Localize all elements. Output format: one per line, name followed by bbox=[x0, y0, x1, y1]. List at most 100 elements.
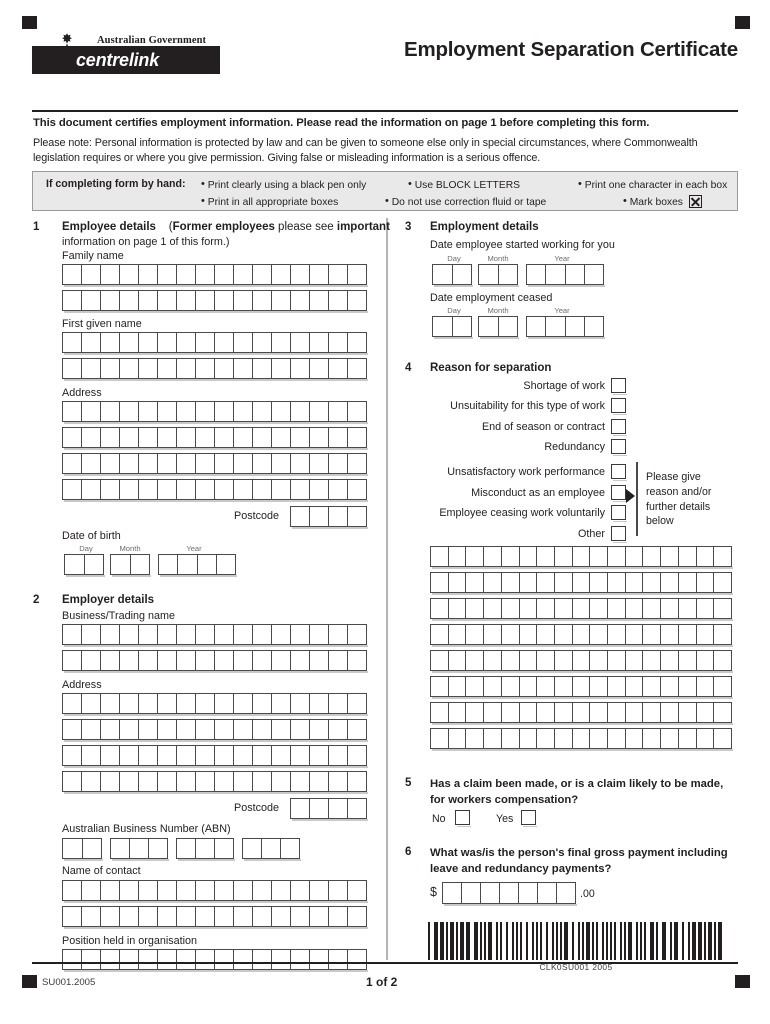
comb-cell[interactable] bbox=[253, 720, 272, 739]
field-date-started-year[interactable] bbox=[526, 264, 605, 287]
comb-cell[interactable] bbox=[348, 694, 366, 713]
comb-cell[interactable] bbox=[234, 694, 253, 713]
comb-cell[interactable] bbox=[537, 573, 555, 592]
comb-cell[interactable] bbox=[196, 333, 215, 352]
comb-cell[interactable] bbox=[158, 480, 177, 499]
comb-cell[interactable] bbox=[555, 625, 573, 644]
comb-cell[interactable] bbox=[626, 651, 644, 670]
comb-cell[interactable] bbox=[679, 729, 697, 748]
comb-cell[interactable] bbox=[196, 428, 215, 447]
comb-cell[interactable] bbox=[177, 480, 196, 499]
freetext-row-1[interactable] bbox=[430, 546, 733, 569]
comb-cell[interactable] bbox=[149, 839, 167, 858]
comb-cell[interactable] bbox=[590, 703, 609, 722]
field-employee-address-row-3[interactable] bbox=[62, 453, 368, 476]
comb-cell[interactable] bbox=[481, 883, 500, 903]
checkbox-shortage-of-work[interactable] bbox=[611, 378, 627, 395]
comb-cell[interactable] bbox=[643, 599, 662, 618]
comb-cell[interactable] bbox=[196, 454, 215, 473]
comb-cell[interactable] bbox=[626, 625, 644, 644]
comb-cell[interactable] bbox=[101, 454, 120, 473]
comb-cell[interactable] bbox=[310, 625, 329, 644]
comb-cell[interactable] bbox=[139, 359, 158, 378]
field-employer-address-row-4[interactable] bbox=[62, 771, 368, 794]
comb-cell[interactable] bbox=[158, 746, 177, 765]
comb-cell[interactable] bbox=[243, 839, 262, 858]
comb-cell[interactable] bbox=[120, 694, 139, 713]
comb-cell[interactable] bbox=[101, 480, 120, 499]
comb-cell[interactable] bbox=[196, 402, 215, 421]
comb-cell[interactable] bbox=[158, 907, 177, 926]
comb-cell[interactable] bbox=[643, 651, 662, 670]
comb-cell[interactable] bbox=[82, 359, 101, 378]
comb-cell[interactable] bbox=[272, 402, 291, 421]
comb-cell[interactable] bbox=[158, 651, 177, 670]
comb-cell[interactable] bbox=[101, 333, 120, 352]
comb-cell[interactable] bbox=[310, 651, 329, 670]
comb-cell[interactable] bbox=[101, 694, 120, 713]
comb-cell[interactable] bbox=[348, 720, 366, 739]
comb-cell[interactable] bbox=[63, 950, 82, 969]
comb-cell[interactable] bbox=[520, 677, 538, 696]
comb-cell[interactable] bbox=[499, 317, 518, 336]
comb-cell[interactable] bbox=[120, 720, 139, 739]
comb-cell[interactable] bbox=[573, 599, 591, 618]
comb-cell[interactable] bbox=[697, 703, 715, 722]
comb-cell[interactable] bbox=[177, 359, 196, 378]
comb-cell[interactable] bbox=[555, 547, 573, 566]
comb-cell[interactable] bbox=[177, 720, 196, 739]
comb-cell[interactable] bbox=[198, 555, 217, 574]
comb-cell[interactable] bbox=[484, 651, 502, 670]
comb-cell[interactable] bbox=[608, 547, 626, 566]
comb-cell[interactable] bbox=[63, 402, 82, 421]
comb-cell[interactable] bbox=[462, 883, 481, 903]
comb-cell[interactable] bbox=[348, 480, 366, 499]
comb-cell[interactable] bbox=[253, 746, 272, 765]
comb-cell[interactable] bbox=[139, 772, 158, 791]
comb-cell[interactable] bbox=[234, 625, 253, 644]
comb-cell[interactable] bbox=[329, 625, 348, 644]
comb-cell[interactable] bbox=[272, 720, 291, 739]
comb-cell[interactable] bbox=[626, 703, 644, 722]
comb-cell[interactable] bbox=[139, 428, 158, 447]
comb-cell[interactable] bbox=[555, 703, 573, 722]
comb-cell[interactable] bbox=[158, 265, 177, 284]
comb-cell[interactable] bbox=[139, 402, 158, 421]
comb-cell[interactable] bbox=[479, 265, 499, 284]
comb-cell[interactable] bbox=[139, 625, 158, 644]
comb-cell[interactable] bbox=[158, 694, 177, 713]
comb-cell[interactable] bbox=[608, 677, 626, 696]
comb-cell[interactable] bbox=[234, 950, 253, 969]
comb-cell[interactable] bbox=[697, 599, 715, 618]
comb-cell[interactable] bbox=[158, 881, 177, 900]
comb-cell[interactable] bbox=[431, 651, 449, 670]
comb-cell[interactable] bbox=[101, 950, 120, 969]
comb-cell[interactable] bbox=[310, 799, 329, 818]
comb-cell[interactable] bbox=[348, 746, 366, 765]
comb-cell[interactable] bbox=[177, 428, 196, 447]
comb-cell[interactable] bbox=[714, 677, 731, 696]
comb-cell[interactable] bbox=[291, 694, 310, 713]
comb-cell[interactable] bbox=[272, 454, 291, 473]
comb-cell[interactable] bbox=[234, 746, 253, 765]
field-family-name-row-2[interactable] bbox=[62, 290, 368, 313]
comb-cell[interactable] bbox=[101, 907, 120, 926]
comb-cell[interactable] bbox=[215, 772, 234, 791]
comb-cell[interactable] bbox=[63, 265, 82, 284]
comb-cell[interactable] bbox=[590, 729, 609, 748]
comb-cell[interactable] bbox=[573, 651, 591, 670]
freetext-row-5[interactable] bbox=[430, 650, 733, 673]
comb-cell[interactable] bbox=[215, 950, 234, 969]
checkbox-redundancy[interactable] bbox=[611, 439, 627, 456]
comb-cell[interactable] bbox=[643, 573, 662, 592]
comb-cell[interactable] bbox=[348, 881, 366, 900]
comb-cell[interactable] bbox=[63, 454, 82, 473]
comb-cell[interactable] bbox=[291, 772, 310, 791]
comb-cell[interactable] bbox=[679, 625, 697, 644]
field-date-started-day[interactable] bbox=[432, 264, 473, 287]
comb-cell[interactable] bbox=[253, 359, 272, 378]
comb-cell[interactable] bbox=[661, 625, 679, 644]
comb-cell[interactable] bbox=[661, 599, 679, 618]
comb-cell[interactable] bbox=[520, 729, 538, 748]
comb-cell[interactable] bbox=[82, 950, 101, 969]
